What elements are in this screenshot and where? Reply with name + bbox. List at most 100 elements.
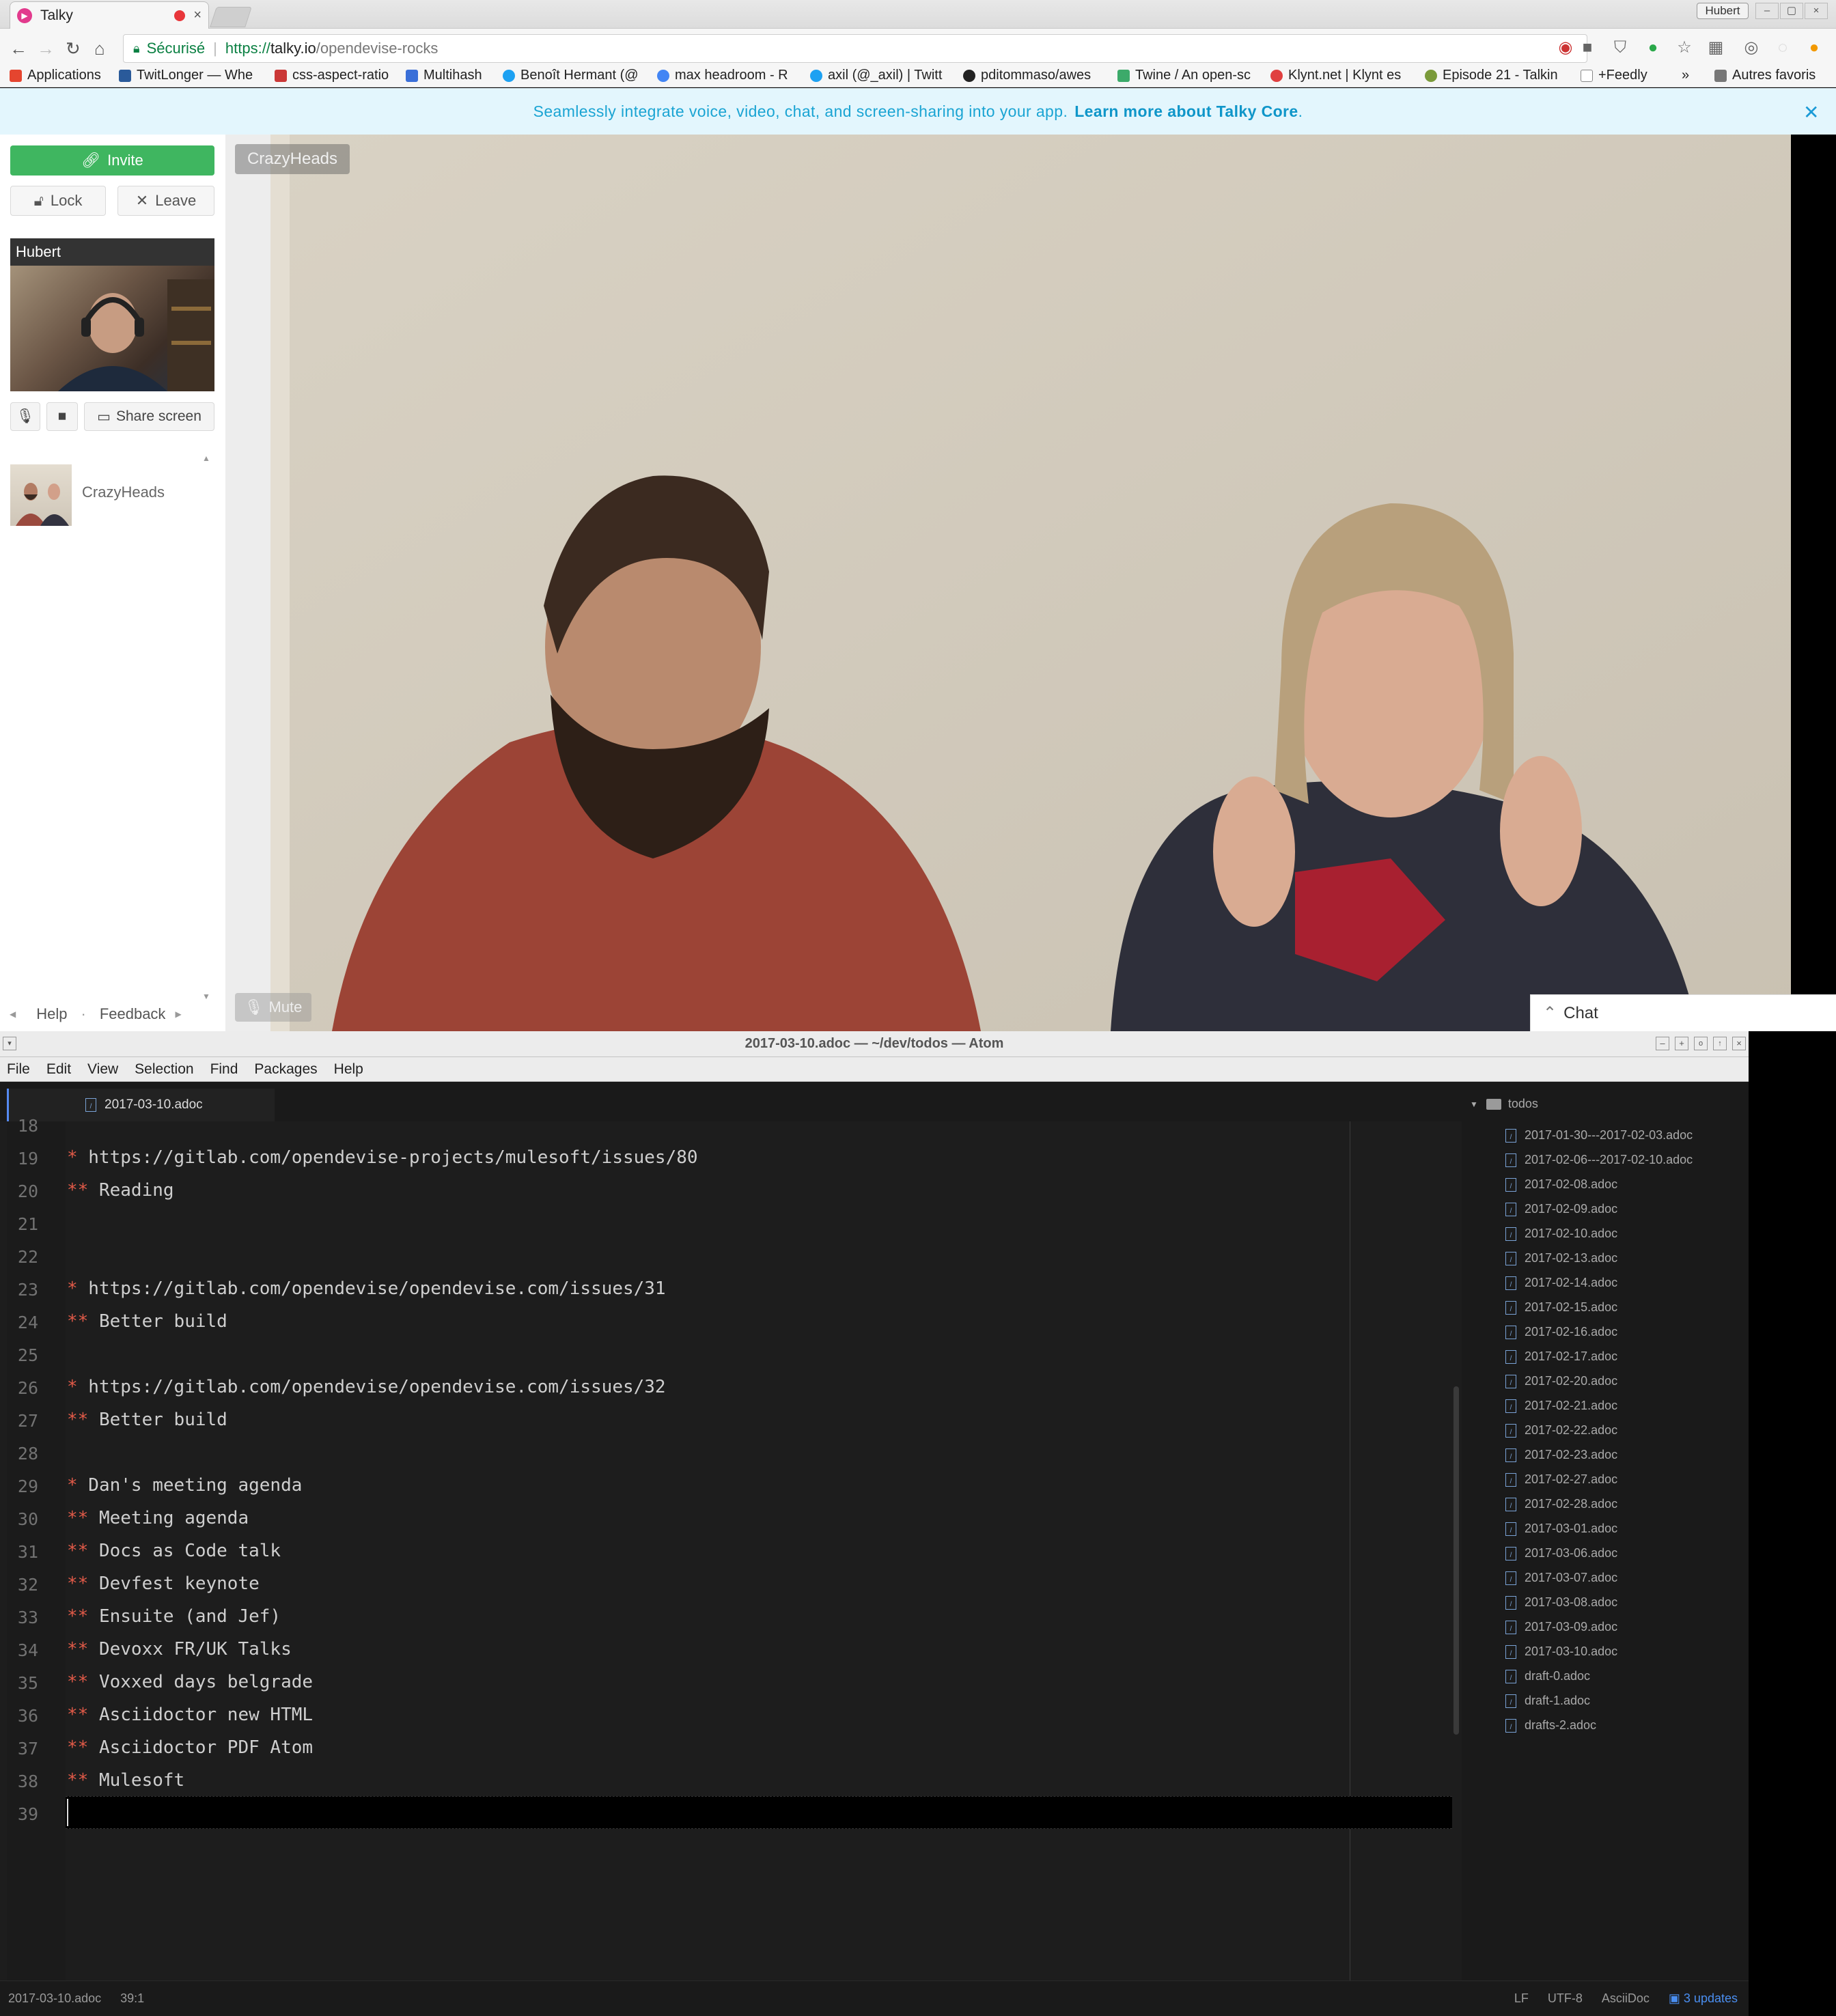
window-menu-icon[interactable]: ▾: [3, 1037, 16, 1050]
microphone-toggle[interactable]: 🎙︎: [10, 402, 40, 431]
menu-find[interactable]: Find: [210, 1061, 238, 1078]
camera-toggle[interactable]: ■: [46, 402, 78, 431]
bookmark-item[interactable]: Multihash: [406, 68, 495, 83]
window-close-icon[interactable]: ×: [1732, 1037, 1746, 1050]
profile-button[interactable]: Hubert: [1697, 3, 1749, 19]
extension-puzzle-icon[interactable]: ▦: [1706, 38, 1725, 57]
help-link[interactable]: Help: [36, 1005, 67, 1023]
learn-more-link[interactable]: Learn more about Talky Core: [1074, 102, 1298, 121]
lock-button[interactable]: 🔓︎ Lock: [10, 186, 106, 216]
feedback-link[interactable]: Feedback: [100, 1005, 166, 1023]
tree-file-item[interactable]: / 2017-02-08.adoc: [1505, 1177, 1617, 1192]
scroll-left-arrow-icon[interactable]: ◀: [10, 1009, 16, 1019]
leave-button[interactable]: ✕ Leave: [117, 186, 214, 216]
tree-file-item[interactable]: / 2017-02-15.adoc: [1505, 1300, 1617, 1315]
other-bookmarks-folder[interactable]: Autres favoris: [1714, 68, 1835, 83]
bookmark-item[interactable]: css-aspect-ratio: [275, 68, 398, 83]
status-encoding[interactable]: UTF-8: [1548, 1991, 1583, 2006]
tree-file-item[interactable]: / 2017-02-16.adoc: [1505, 1325, 1617, 1339]
tree-file-item[interactable]: / 2017-02-23.adoc: [1505, 1448, 1617, 1462]
share-screen-button[interactable]: ▭ Share screen: [84, 402, 214, 431]
status-file-path[interactable]: 2017-03-10.adoc: [8, 1991, 101, 2006]
bookmark-item[interactable]: axil (@_axil) | Twitt: [810, 68, 951, 83]
editor-scrollbar[interactable]: [1454, 1386, 1459, 1735]
tree-file-item[interactable]: / 2017-02-27.adoc: [1505, 1472, 1617, 1487]
back-icon[interactable]: ←: [10, 38, 27, 59]
tree-file-item[interactable]: / 2017-02-06---2017-02-10.adoc: [1505, 1153, 1693, 1167]
bookmark-item[interactable]: Episode 21 - Talkin: [1425, 68, 1568, 83]
status-line-ending[interactable]: LF: [1514, 1991, 1529, 2006]
status-grammar[interactable]: AsciiDoc: [1602, 1991, 1650, 2006]
bookmark-item[interactable]: Applications: [10, 68, 112, 83]
reload-icon[interactable]: ↻: [66, 38, 81, 59]
tree-file-item[interactable]: / 2017-02-14.adoc: [1505, 1276, 1617, 1290]
tree-file-item[interactable]: / 2017-03-07.adoc: [1505, 1571, 1617, 1585]
scroll-up-arrow-icon[interactable]: ▲: [202, 453, 210, 463]
tree-file-item[interactable]: / 2017-02-09.adoc: [1505, 1202, 1617, 1216]
tree-file-item[interactable]: / 2017-03-01.adoc: [1505, 1522, 1617, 1536]
minimize-icon[interactable]: –: [1755, 3, 1779, 19]
updates-badge[interactable]: ▣ 3 updates: [1669, 1991, 1738, 2006]
menu-help[interactable]: Help: [334, 1061, 363, 1078]
menu-packages[interactable]: Packages: [254, 1061, 317, 1078]
bookmark-item[interactable]: pditommaso/awes: [963, 68, 1104, 83]
bookmark-item[interactable]: +Feedly: [1581, 68, 1669, 83]
tree-root-folder[interactable]: ▼ todos: [1470, 1097, 1538, 1111]
minimize-icon[interactable]: –: [1656, 1037, 1669, 1050]
maximize-icon[interactable]: ↑: [1713, 1037, 1727, 1050]
editor-tab[interactable]: / 2017-03-10.adoc: [7, 1089, 275, 1121]
bookmark-item[interactable]: TwitLonger — Whe: [119, 68, 262, 83]
bookmark-item[interactable]: Twine / An open-sc: [1117, 68, 1258, 83]
home-icon[interactable]: ⌂: [94, 38, 105, 59]
tree-file-item[interactable]: / 2017-01-30---2017-02-03.adoc: [1505, 1128, 1693, 1143]
tree-file-item[interactable]: / 2017-03-06.adoc: [1505, 1546, 1617, 1560]
chat-toggle[interactable]: ⌃ Chat: [1530, 994, 1836, 1031]
peer-thumbnail[interactable]: [10, 464, 72, 526]
menu-edit[interactable]: Edit: [46, 1061, 71, 1078]
bookmark-item[interactable]: Benoît Hermant (@: [503, 68, 646, 83]
banner-close-icon[interactable]: ✕: [1803, 101, 1819, 124]
tree-file-item[interactable]: / 2017-02-28.adoc: [1505, 1497, 1617, 1511]
menu-alert-icon[interactable]: ●: [1805, 38, 1824, 57]
scroll-down-arrow-icon[interactable]: ▼: [202, 992, 210, 1001]
cast-icon[interactable]: ◌: [1773, 38, 1792, 57]
pocket-icon[interactable]: ⛉: [1611, 38, 1630, 57]
tree-file-item[interactable]: / 2017-03-09.adoc: [1505, 1620, 1617, 1634]
scroll-right-arrow-icon[interactable]: ▶: [175, 1009, 181, 1019]
tree-file-item[interactable]: / 2017-02-20.adoc: [1505, 1374, 1617, 1388]
extension-green-icon[interactable]: ●: [1643, 38, 1663, 57]
tree-file-item[interactable]: / draft-0.adoc: [1505, 1669, 1590, 1683]
expand-icon[interactable]: +: [1675, 1037, 1688, 1050]
tree-file-item[interactable]: / 2017-02-21.adoc: [1505, 1399, 1617, 1413]
screenshot-icon[interactable]: ◎: [1742, 38, 1761, 57]
address-bar[interactable]: 🔒︎ Sécurisé | https:// talky.io /opendev…: [123, 34, 1587, 63]
tree-file-item[interactable]: / draft-1.adoc: [1505, 1694, 1590, 1708]
video-camera-icon[interactable]: ■: [1578, 38, 1597, 57]
new-tab-button[interactable]: [210, 7, 252, 27]
shade-icon[interactable]: o: [1694, 1037, 1708, 1050]
invite-button[interactable]: 🔗︎ Invite: [10, 145, 214, 176]
status-cursor-position[interactable]: 39:1: [120, 1991, 144, 2006]
tree-file-item[interactable]: / 2017-02-13.adoc: [1505, 1251, 1617, 1265]
tree-file-item[interactable]: / 2017-03-10.adoc: [1505, 1644, 1617, 1659]
window-close-icon[interactable]: ×: [1805, 3, 1828, 19]
tree-file-item[interactable]: / 2017-03-08.adoc: [1505, 1595, 1617, 1610]
camera-blocked-icon[interactable]: ◉: [1556, 38, 1575, 57]
tree-file-item[interactable]: / 2017-02-22.adoc: [1505, 1423, 1617, 1438]
tree-file-item[interactable]: / drafts-2.adoc: [1505, 1718, 1596, 1733]
tree-file-item[interactable]: / 2017-02-10.adoc: [1505, 1227, 1617, 1241]
tab-close-icon[interactable]: ×: [193, 8, 201, 23]
menu-file[interactable]: File: [7, 1061, 30, 1078]
maximize-icon[interactable]: ▢: [1780, 3, 1803, 19]
mute-button[interactable]: 🎙︎ Mute: [235, 993, 311, 1022]
menu-view[interactable]: View: [87, 1061, 118, 1078]
tree-file-item[interactable]: / 2017-02-17.adoc: [1505, 1349, 1617, 1364]
bookmarks-overflow-button[interactable]: »: [1682, 68, 1689, 83]
bookmark-item[interactable]: max headroom - R: [657, 68, 798, 83]
forward-icon[interactable]: →: [37, 38, 55, 59]
menu-selection[interactable]: Selection: [135, 1061, 193, 1078]
star-icon[interactable]: ☆: [1675, 38, 1694, 57]
bookmark-item[interactable]: Klynt.net | Klynt es: [1270, 68, 1414, 83]
browser-tab-talky[interactable]: ▶ Talky ×: [10, 1, 209, 29]
peer-name[interactable]: CrazyHeads: [82, 484, 165, 501]
